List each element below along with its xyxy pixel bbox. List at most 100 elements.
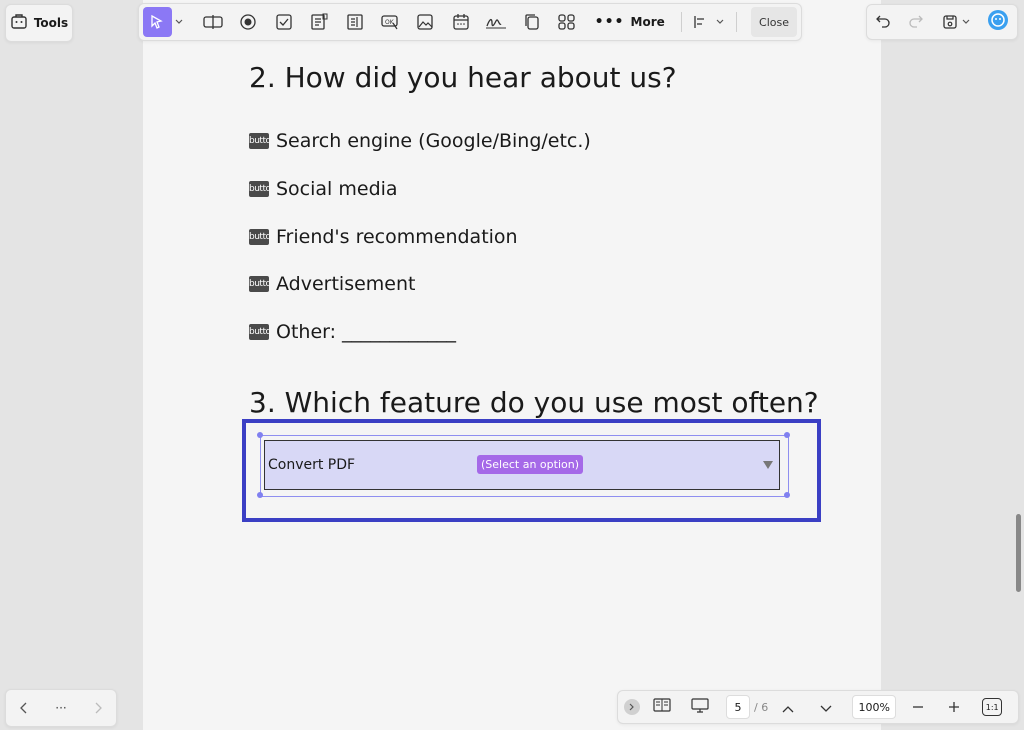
button-tool[interactable]: OK	[372, 7, 407, 37]
chevron-down-icon	[176, 19, 183, 24]
calendar-icon	[453, 14, 469, 30]
redo-button[interactable]	[908, 12, 924, 32]
total-pages: / 6	[754, 700, 769, 714]
radio-button-placeholder[interactable]: button	[249, 324, 269, 340]
chevron-right-icon	[629, 703, 634, 711]
svg-text:OK: OK	[385, 19, 395, 26]
zoom-level[interactable]: 100%	[852, 695, 897, 719]
radio-button-placeholder[interactable]: button	[249, 133, 269, 149]
history-panel	[866, 4, 1018, 40]
resize-handle-bottom-left[interactable]	[257, 492, 263, 498]
question-2-title: 2. How did you hear about us?	[249, 61, 677, 94]
option-label: Advertisement	[276, 273, 416, 295]
undo-button[interactable]	[875, 12, 891, 32]
plus-icon	[949, 701, 960, 712]
save-icon	[943, 15, 957, 29]
toolbar-divider	[736, 12, 738, 32]
checkbox-icon	[276, 14, 292, 30]
presentation-button[interactable]	[690, 697, 710, 717]
resize-handle-top-right[interactable]	[784, 432, 790, 438]
combo-box-tag: (Select an option)	[477, 455, 584, 474]
copy-icon	[524, 14, 539, 30]
more-icon: •••	[594, 14, 625, 30]
image-field-tool[interactable]	[408, 7, 443, 37]
book-layout-icon	[653, 698, 671, 712]
radio-button-placeholder[interactable]: button	[249, 181, 269, 197]
combo-box-value: Convert PDF	[268, 457, 356, 473]
combo-box-icon	[311, 13, 328, 30]
page-nav-panel: ···	[5, 689, 117, 727]
align-tool[interactable]	[688, 7, 713, 37]
page-layout-button[interactable]	[652, 697, 672, 717]
vertical-scrollbar[interactable]	[1016, 514, 1021, 592]
list-box-tool[interactable]	[337, 7, 372, 37]
signature-tool[interactable]	[478, 7, 513, 37]
question-3-title: 3. Which feature do you use most often?	[249, 386, 819, 419]
more-label: More	[630, 15, 665, 29]
option-search-engine[interactable]: button Search engine (Google/Bing/etc.)	[249, 130, 591, 152]
ok-button-icon: OK	[381, 15, 398, 30]
zoom-in-button[interactable]	[948, 698, 960, 717]
ai-assistant-button[interactable]	[987, 9, 1009, 35]
combo-box-tool[interactable]	[301, 7, 336, 37]
more-button[interactable]: ••• More	[585, 14, 675, 30]
option-label: Search engine (Google/Bing/etc.)	[276, 130, 591, 152]
chevron-down-icon	[962, 19, 970, 24]
align-dropdown[interactable]	[715, 19, 726, 25]
expand-button[interactable]	[624, 699, 640, 715]
resize-handle-top-left[interactable]	[257, 432, 263, 438]
document-page	[143, 0, 881, 730]
next-button[interactable]	[93, 699, 103, 718]
align-left-icon	[694, 16, 705, 28]
signature-icon	[486, 18, 507, 29]
image-icon	[417, 14, 433, 30]
checkbox-tool[interactable]	[266, 7, 301, 37]
nav-more-button[interactable]: ···	[55, 701, 66, 715]
previous-button[interactable]	[19, 699, 29, 718]
select-tool-button[interactable]	[143, 7, 172, 37]
grid-icon	[558, 14, 575, 30]
list-box-icon	[346, 14, 363, 30]
view-controls: 5 / 6 100% 1:1	[617, 690, 1019, 724]
chevron-down-icon	[820, 705, 832, 712]
radio-button-placeholder[interactable]: button	[249, 229, 269, 245]
resize-handle-bottom-right[interactable]	[784, 492, 790, 498]
next-page-button[interactable]	[820, 698, 832, 717]
dropdown-arrow-icon[interactable]	[763, 461, 773, 469]
presentation-icon	[691, 698, 709, 713]
chevron-right-icon	[95, 702, 102, 713]
text-field-tool[interactable]	[195, 7, 230, 37]
chevron-down-icon	[716, 19, 724, 24]
save-button[interactable]	[942, 14, 970, 30]
form-toolbar: OK ••• More Close	[138, 3, 802, 41]
duplicate-tool[interactable]	[514, 7, 549, 37]
date-field-tool[interactable]	[443, 7, 478, 37]
minus-icon	[913, 705, 924, 708]
undo-icon	[876, 15, 890, 28]
close-button[interactable]: Close	[751, 7, 797, 37]
text-field-icon	[203, 15, 223, 29]
actual-size-button[interactable]: 1:1	[982, 698, 1003, 716]
current-page-input[interactable]: 5	[726, 695, 750, 719]
option-other[interactable]: button Other: ____________	[249, 321, 456, 343]
option-label: Friend's recommendation	[276, 226, 518, 248]
tools-icon	[10, 12, 28, 34]
grid-tool[interactable]	[549, 7, 584, 37]
feature-combo-box[interactable]: Convert PDF (Select an option)	[264, 440, 780, 490]
previous-page-button[interactable]	[782, 698, 794, 717]
select-tool-dropdown[interactable]	[174, 19, 185, 25]
option-advertisement[interactable]: button Advertisement	[249, 273, 415, 295]
radio-button-placeholder[interactable]: button	[249, 276, 269, 292]
option-social-media[interactable]: button Social media	[249, 178, 398, 200]
chevron-left-icon	[20, 702, 27, 713]
option-friend-recommendation[interactable]: button Friend's recommendation	[249, 226, 518, 248]
redo-icon	[909, 15, 924, 28]
option-label: Social media	[276, 178, 398, 200]
cursor-icon	[151, 14, 164, 29]
tools-label: Tools	[33, 16, 69, 30]
option-label: Other: ____________	[276, 321, 457, 343]
zoom-out-button[interactable]	[912, 698, 924, 717]
tools-button[interactable]: Tools	[5, 4, 73, 42]
radio-button-tool[interactable]	[231, 7, 266, 37]
ai-assistant-icon	[987, 10, 1008, 30]
